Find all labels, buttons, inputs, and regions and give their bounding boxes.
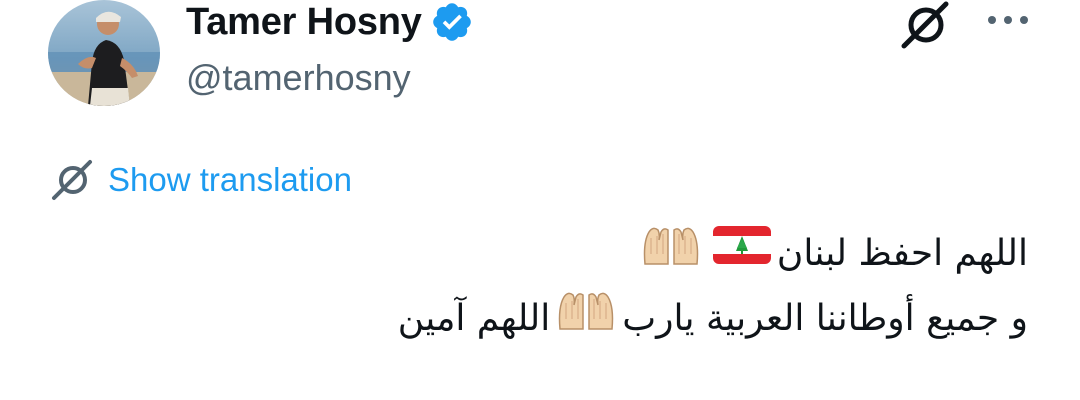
tweet-line-2-text-end: اللهم آمين bbox=[397, 298, 551, 339]
show-translation-button[interactable]: Show translation bbox=[48, 158, 352, 202]
praying-hands-icon bbox=[556, 288, 616, 352]
tweet-line-1-text: اللهم احفظ لبنان bbox=[776, 233, 1028, 274]
lebanon-flag-icon bbox=[712, 223, 771, 287]
verified-badge-icon bbox=[430, 0, 474, 44]
author-name-row[interactable]: Tamer Hosny bbox=[186, 0, 474, 44]
grok-button[interactable] bbox=[898, 0, 954, 50]
praying-hands-icon bbox=[641, 223, 701, 287]
author-handle[interactable]: @tamerhosny bbox=[186, 56, 411, 100]
tweet-text: اللهم احفظ لبنان و جميع أوطاننا العربية … bbox=[228, 222, 1028, 352]
more-options-icon bbox=[988, 16, 1028, 24]
more-options-button[interactable] bbox=[984, 6, 1032, 34]
grok-translate-icon bbox=[48, 158, 96, 202]
tweet-line-2-text-start: و جميع أوطاننا العربية يارب bbox=[622, 298, 1028, 339]
avatar[interactable] bbox=[48, 0, 160, 106]
show-translation-label[interactable]: Show translation bbox=[108, 158, 352, 202]
grok-icon bbox=[901, 1, 949, 49]
tweet-line-1: اللهم احفظ لبنان bbox=[228, 222, 1028, 287]
display-name[interactable]: Tamer Hosny bbox=[186, 0, 422, 44]
tweet-line-2: و جميع أوطاننا العربية يارب اللهم آمين bbox=[228, 287, 1028, 352]
